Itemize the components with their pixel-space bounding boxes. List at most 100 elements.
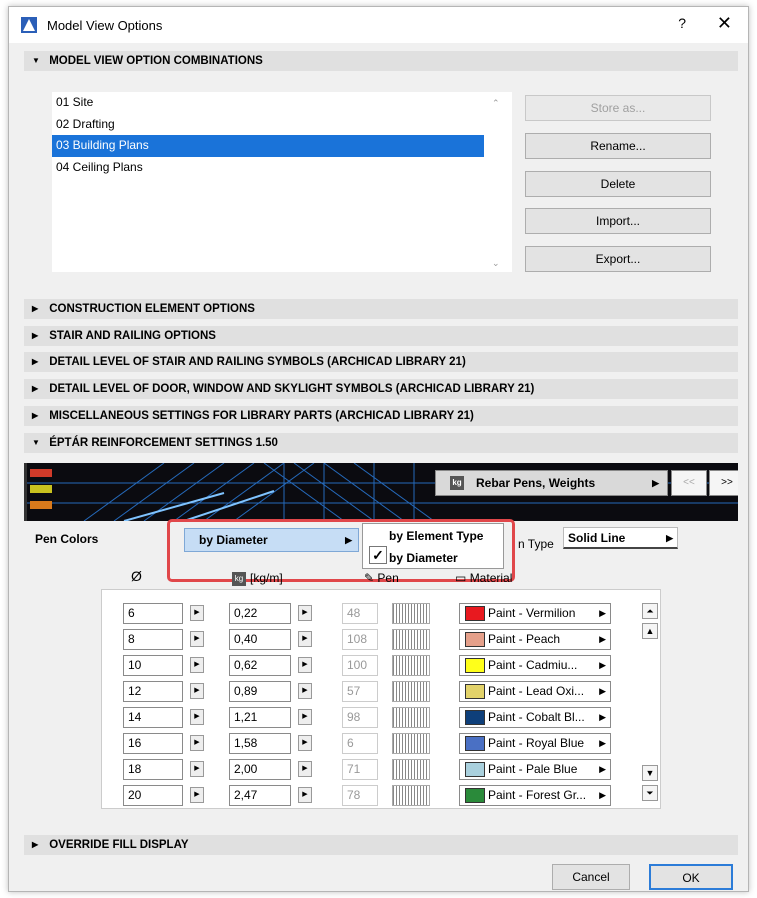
list-item-selected[interactable]: 03 Building Plans xyxy=(52,135,484,157)
weight-field[interactable]: 1,21 xyxy=(229,707,291,728)
section-header-stair[interactable]: ▶ STAIR AND RAILING OPTIONS xyxy=(24,326,738,346)
list-item[interactable]: 01 Site xyxy=(52,92,512,114)
next-page-button[interactable]: >> xyxy=(709,470,738,496)
diameter-field[interactable]: 10 xyxy=(123,655,183,676)
chevron-right-icon: ▶ xyxy=(599,764,606,774)
scroll-up-icon[interactable]: ▲ xyxy=(642,623,658,639)
cancel-button[interactable]: Cancel xyxy=(552,864,630,890)
stepper-arrow-icon[interactable]: ▶ xyxy=(298,605,312,621)
color-swatch xyxy=(465,658,485,673)
stepper-arrow-icon[interactable]: ▶ xyxy=(298,631,312,647)
pen-number[interactable]: 57 xyxy=(342,681,378,702)
chevron-right-icon: ▶ xyxy=(599,608,606,618)
stepper-arrow-icon[interactable]: ▶ xyxy=(190,683,204,699)
list-item[interactable]: 04 Ceiling Plans xyxy=(52,157,512,179)
chevron-right-icon: ▶ xyxy=(599,686,606,696)
rebar-pens-weights-dropdown[interactable]: kg Rebar Pens, Weights ▶ xyxy=(435,470,668,496)
stepper-arrow-icon[interactable]: ▶ xyxy=(190,631,204,647)
menu-item-by-diameter[interactable]: by Diameter xyxy=(389,551,458,565)
stepper-arrow-icon[interactable]: ▶ xyxy=(190,787,204,803)
line-weight-swatch[interactable] xyxy=(392,681,430,702)
material-dropdown[interactable]: Paint - Cobalt Bl... ▶ xyxy=(459,707,611,728)
line-weight-swatch[interactable] xyxy=(392,655,430,676)
section-header-combinations[interactable]: ▼ MODEL VIEW OPTION COMBINATIONS xyxy=(24,51,738,71)
weight-field[interactable]: 2,47 xyxy=(229,785,291,806)
diameter-field[interactable]: 14 xyxy=(123,707,183,728)
import-button[interactable]: Import... xyxy=(525,208,711,234)
stepper-arrow-icon[interactable]: ▶ xyxy=(190,761,204,777)
weight-field[interactable]: 0,62 xyxy=(229,655,291,676)
diameter-field[interactable]: 6 xyxy=(123,603,183,624)
material-dropdown[interactable]: Paint - Lead Oxi... ▶ xyxy=(459,681,611,702)
combinations-list[interactable]: 01 Site 02 Drafting 03 Building Plans 04… xyxy=(52,92,512,272)
section-header-construction[interactable]: ▶ CONSTRUCTION ELEMENT OPTIONS xyxy=(24,299,738,319)
export-button[interactable]: Export... xyxy=(525,246,711,272)
menu-item-by-element-type[interactable]: by Element Type xyxy=(389,529,483,543)
material-dropdown[interactable]: Paint - Cadmiu... ▶ xyxy=(459,655,611,676)
stepper-arrow-icon[interactable]: ▶ xyxy=(298,709,312,725)
diameter-field[interactable]: 20 xyxy=(123,785,183,806)
rename-button[interactable]: Rename... xyxy=(525,133,711,159)
scroll-up-icon[interactable]: ⌃ xyxy=(492,98,500,109)
scroll-down-icon[interactable]: ⌄ xyxy=(492,258,500,269)
stepper-arrow-icon[interactable]: ▶ xyxy=(190,605,204,621)
material-dropdown[interactable]: Paint - Royal Blue ▶ xyxy=(459,733,611,754)
diameter-field[interactable]: 8 xyxy=(123,629,183,650)
section-header-misc[interactable]: ▶ MISCELLANEOUS SETTINGS FOR LIBRARY PAR… xyxy=(24,406,738,426)
stepper-arrow-icon[interactable]: ▶ xyxy=(298,657,312,673)
weight-field[interactable]: 0,40 xyxy=(229,629,291,650)
weight-field[interactable]: 0,22 xyxy=(229,603,291,624)
pen-number[interactable]: 100 xyxy=(342,655,378,676)
line-weight-swatch[interactable] xyxy=(392,759,430,780)
help-button[interactable]: ? xyxy=(678,15,686,31)
stepper-arrow-icon[interactable]: ▶ xyxy=(190,735,204,751)
material-dropdown[interactable]: Paint - Forest Gr... ▶ xyxy=(459,785,611,806)
pen-number[interactable]: 71 xyxy=(342,759,378,780)
material-dropdown[interactable]: Paint - Peach ▶ xyxy=(459,629,611,650)
line-weight-swatch[interactable] xyxy=(392,629,430,650)
close-icon[interactable]: ✕ xyxy=(717,13,732,34)
section-title: DETAIL LEVEL OF STAIR AND RAILING SYMBOL… xyxy=(49,356,466,369)
section-header-detail-door[interactable]: ▶ DETAIL LEVEL OF DOOR, WINDOW AND SKYLI… xyxy=(24,379,738,399)
stepper-arrow-icon[interactable]: ▶ xyxy=(298,735,312,751)
model-view-options-dialog: Model View Options ? ✕ ▼ MODEL VIEW OPTI… xyxy=(8,6,749,892)
diameter-field[interactable]: 18 xyxy=(123,759,183,780)
section-header-eptar[interactable]: ▼ ÉPTÁR REINFORCEMENT SETTINGS 1.50 xyxy=(24,433,738,453)
line-weight-swatch[interactable] xyxy=(392,707,430,728)
pen-number[interactable]: 78 xyxy=(342,785,378,806)
stepper-arrow-icon[interactable]: ▶ xyxy=(298,787,312,803)
weight-field[interactable]: 2,00 xyxy=(229,759,291,780)
weight-icon: kg xyxy=(232,571,246,586)
stepper-arrow-icon[interactable]: ▶ xyxy=(298,683,312,699)
chevron-right-icon: ▶ xyxy=(599,738,606,748)
material-dropdown[interactable]: Paint - Vermilion ▶ xyxy=(459,603,611,624)
pen-colors-dropdown[interactable]: by Diameter ▶ xyxy=(184,528,359,552)
weight-field[interactable]: 0,89 xyxy=(229,681,291,702)
delete-button[interactable]: Delete xyxy=(525,171,711,197)
store-as-button[interactable]: Store as... xyxy=(525,95,711,121)
diameter-field[interactable]: 16 xyxy=(123,733,183,754)
line-weight-swatch[interactable] xyxy=(392,733,430,754)
section-header-detail-stair[interactable]: ▶ DETAIL LEVEL OF STAIR AND RAILING SYMB… xyxy=(24,352,738,372)
pen-number[interactable]: 98 xyxy=(342,707,378,728)
stepper-arrow-icon[interactable]: ▶ xyxy=(298,761,312,777)
line-weight-swatch[interactable] xyxy=(392,603,430,624)
stepper-arrow-icon[interactable]: ▶ xyxy=(190,709,204,725)
material-dropdown[interactable]: Paint - Pale Blue ▶ xyxy=(459,759,611,780)
scroll-down-icon[interactable]: ▼ xyxy=(642,765,658,781)
line-weight-swatch[interactable] xyxy=(392,785,430,806)
list-item[interactable]: 02 Drafting xyxy=(52,114,512,136)
pen-number[interactable]: 108 xyxy=(342,629,378,650)
stepper-arrow-icon[interactable]: ▶ xyxy=(190,657,204,673)
pen-number[interactable]: 6 xyxy=(342,733,378,754)
section-header-override[interactable]: ▶ OVERRIDE FILL DISPLAY xyxy=(24,835,738,855)
scroll-bottom-icon[interactable]: ⏷ xyxy=(642,785,658,801)
line-type-dropdown[interactable]: Solid Line ▶ xyxy=(563,527,678,549)
scroll-top-icon[interactable]: ⏶ xyxy=(642,603,658,619)
material-label: Paint - Vermilion xyxy=(488,606,576,620)
weight-field[interactable]: 1,58 xyxy=(229,733,291,754)
pen-number[interactable]: 48 xyxy=(342,603,378,624)
previous-page-button[interactable]: << xyxy=(671,470,707,496)
ok-button[interactable]: OK xyxy=(649,864,733,890)
diameter-field[interactable]: 12 xyxy=(123,681,183,702)
